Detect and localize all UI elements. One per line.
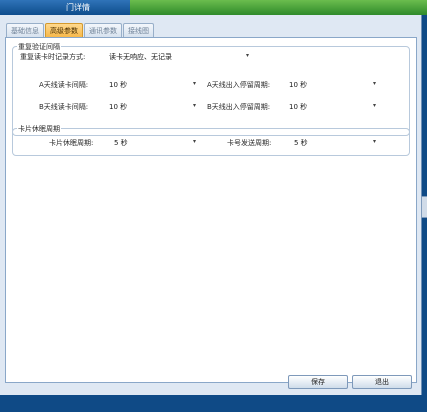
a-interval-select[interactable]: 10 秒 ▾	[109, 80, 196, 90]
chevron-down-icon: ▾	[245, 52, 249, 59]
b-interval-select[interactable]: 10 秒 ▾	[109, 102, 196, 112]
record-mode-value: 读卡无响应、无记录	[109, 53, 172, 61]
card-sleep-group: 卡片休眠周期 卡片休眠周期: 5 秒 ▾ 卡号发送周期: 5 秒 ▾	[12, 124, 410, 156]
card-send-value: 5 秒	[294, 139, 308, 147]
record-mode-select[interactable]: 读卡无响应、无记录 ▾	[109, 52, 249, 62]
side-resize-handle[interactable]	[421, 196, 427, 218]
a-stay-label: A天线出入停留周期:	[207, 81, 271, 89]
a-interval-value: 10 秒	[109, 81, 128, 89]
advanced-params-panel: 重复验证间隔 重复读卡时记录方式: 读卡无响应、无记录 ▾ A天线读卡间隔: 1…	[5, 37, 417, 383]
chevron-down-icon: ▾	[192, 102, 196, 109]
a-interval-label: A天线读卡间隔:	[39, 81, 89, 89]
chevron-down-icon: ▾	[192, 80, 196, 87]
card-sleep-value: 5 秒	[114, 139, 128, 147]
card-send-select[interactable]: 5 秒 ▾	[294, 138, 376, 148]
card-sleep-label: 卡片休眠周期:	[49, 139, 94, 147]
door-detail-window: 基础信息 高级参数 通讯参数 接线图 重复验证间隔 重复读卡时记录方式: 读卡无…	[0, 15, 422, 395]
card-sleep-group-title: 卡片休眠周期	[17, 124, 61, 134]
a-stay-select[interactable]: 10 秒 ▾	[289, 80, 376, 90]
card-sleep-select[interactable]: 5 秒 ▾	[114, 138, 196, 148]
tab-advanced-params[interactable]: 高级参数	[45, 23, 83, 37]
a-stay-value: 10 秒	[289, 81, 308, 89]
exit-button[interactable]: 退出	[352, 375, 412, 389]
repeat-verify-group-title: 重复验证间隔	[17, 42, 61, 52]
save-button[interactable]: 保存	[288, 375, 348, 389]
chevron-down-icon: ▾	[372, 138, 376, 145]
b-interval-label: B天线读卡间隔:	[39, 103, 89, 111]
b-stay-value: 10 秒	[289, 103, 308, 111]
chevron-down-icon: ▾	[372, 80, 376, 87]
tab-wiring-diagram[interactable]: 接线图	[123, 23, 154, 37]
chevron-down-icon: ▾	[372, 102, 376, 109]
chevron-down-icon: ▾	[192, 138, 196, 145]
card-send-label: 卡号发送周期:	[227, 139, 272, 147]
window-title: 门详情	[66, 3, 90, 12]
titlebar-green-strip	[130, 0, 427, 15]
b-interval-value: 10 秒	[109, 103, 128, 111]
b-stay-label: B天线出入停留周期:	[207, 103, 271, 111]
tab-bar: 基础信息 高级参数 通讯参数 接线图	[6, 23, 154, 37]
record-mode-label: 重复读卡时记录方式:	[20, 53, 86, 61]
tab-basic-info[interactable]: 基础信息	[6, 23, 44, 37]
repeat-verify-group: 重复验证间隔 重复读卡时记录方式: 读卡无响应、无记录 ▾ A天线读卡间隔: 1…	[12, 42, 410, 136]
b-stay-select[interactable]: 10 秒 ▾	[289, 102, 376, 112]
tab-comm-params[interactable]: 通讯参数	[84, 23, 122, 37]
